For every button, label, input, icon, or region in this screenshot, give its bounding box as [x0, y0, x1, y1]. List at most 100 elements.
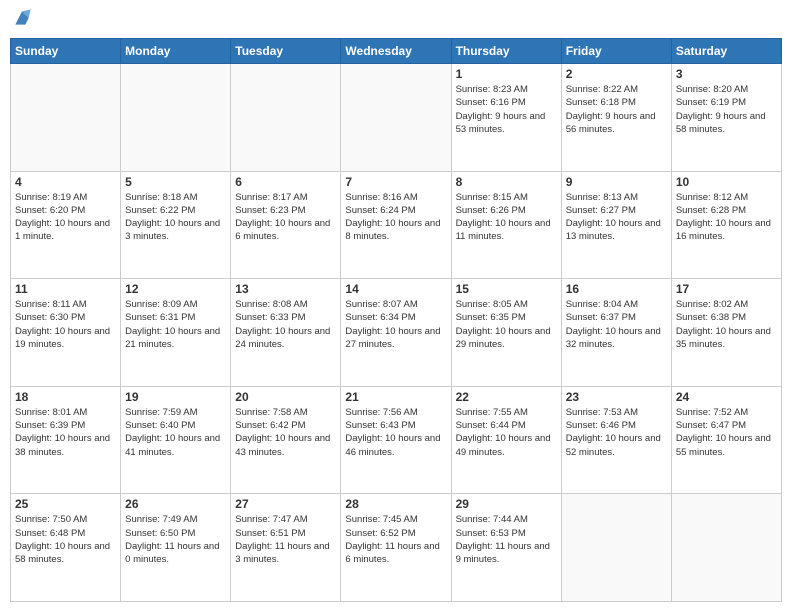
day-number: 27: [235, 497, 336, 511]
calendar-cell: 8 Sunrise: 8:15 AM Sunset: 6:26 PM Daylig…: [451, 171, 561, 279]
calendar-week-row: 4Sunrise: 8:19 AM Sunset: 6:20 PM Daylig…: [11, 171, 782, 279]
calendar-cell: 16 Sunrise: 8:04 AM Sunset: 6:37 PM Dayli…: [561, 279, 671, 387]
day-info: Sunrise: 8:22 AM Sunset: 6:18 PM Dayligh…: [566, 83, 667, 136]
day-number: 20: [235, 390, 336, 404]
calendar-cell: [561, 494, 671, 602]
day-number: 23: [566, 390, 667, 404]
calendar-week-row: 1 Sunrise: 8:23 AM Sunset: 6:16 PM Daylig…: [11, 64, 782, 172]
day-number: 28: [345, 497, 446, 511]
day-number: 14: [345, 282, 446, 296]
calendar-cell: 2 Sunrise: 8:22 AM Sunset: 6:18 PM Daylig…: [561, 64, 671, 172]
day-info: Sunrise: 7:53 AM Sunset: 6:46 PM Dayligh…: [566, 406, 667, 459]
day-info: Sunrise: 7:55 AM Sunset: 6:44 PM Dayligh…: [456, 406, 557, 459]
day-info: Sunrise: 8:07 AM Sunset: 6:34 PM Dayligh…: [345, 298, 446, 351]
calendar-cell: [11, 64, 121, 172]
calendar-cell: 7 Sunrise: 8:16 AM Sunset: 6:24 PM Daylig…: [341, 171, 451, 279]
calendar-cell: 15 Sunrise: 8:05 AM Sunset: 6:35 PM Dayli…: [451, 279, 561, 387]
day-info: Sunrise: 7:44 AM Sunset: 6:53 PM Dayligh…: [456, 513, 557, 566]
day-number: 9: [566, 175, 667, 189]
calendar-cell: 25Sunrise: 7:50 AM Sunset: 6:48 PM Dayli…: [11, 494, 121, 602]
day-number: 1: [456, 67, 557, 81]
calendar-cell: [231, 64, 341, 172]
day-number: 21: [345, 390, 446, 404]
day-info: Sunrise: 8:02 AM Sunset: 6:38 PM Dayligh…: [676, 298, 777, 351]
day-info: Sunrise: 8:12 AM Sunset: 6:28 PM Dayligh…: [676, 191, 777, 244]
day-number: 26: [125, 497, 226, 511]
day-number: 18: [15, 390, 116, 404]
day-number: 15: [456, 282, 557, 296]
day-info: Sunrise: 8:05 AM Sunset: 6:35 PM Dayligh…: [456, 298, 557, 351]
day-info: Sunrise: 8:13 AM Sunset: 6:27 PM Dayligh…: [566, 191, 667, 244]
calendar-cell: 12 Sunrise: 8:09 AM Sunset: 6:31 PM Dayli…: [121, 279, 231, 387]
calendar-cell: 3 Sunrise: 8:20 AM Sunset: 6:19 PM Daylig…: [671, 64, 781, 172]
logo-icon: [12, 8, 32, 28]
day-number: 13: [235, 282, 336, 296]
day-number: 7: [345, 175, 446, 189]
calendar-week-row: 18 Sunrise: 8:01 AM Sunset: 6:39 PM Dayli…: [11, 386, 782, 494]
calendar-cell: [341, 64, 451, 172]
calendar-cell: 21Sunrise: 7:56 AM Sunset: 6:43 PM Dayli…: [341, 386, 451, 494]
calendar: SundayMondayTuesdayWednesdayThursdayFrid…: [10, 38, 782, 602]
calendar-cell: 1 Sunrise: 8:23 AM Sunset: 6:16 PM Daylig…: [451, 64, 561, 172]
day-info: Sunrise: 7:49 AM Sunset: 6:50 PM Dayligh…: [125, 513, 226, 566]
day-info: Sunrise: 7:59 AM Sunset: 6:40 PM Dayligh…: [125, 406, 226, 459]
calendar-cell: 5 Sunrise: 8:18 AM Sunset: 6:22 PM Daylig…: [121, 171, 231, 279]
day-number: 11: [15, 282, 116, 296]
day-number: 12: [125, 282, 226, 296]
calendar-day-header: Saturday: [671, 39, 781, 64]
day-info: Sunrise: 7:50 AM Sunset: 6:48 PM Dayligh…: [15, 513, 116, 566]
day-number: 16: [566, 282, 667, 296]
calendar-cell: 9 Sunrise: 8:13 AM Sunset: 6:27 PM Daylig…: [561, 171, 671, 279]
day-number: 29: [456, 497, 557, 511]
day-number: 8: [456, 175, 557, 189]
day-number: 3: [676, 67, 777, 81]
calendar-day-header: Wednesday: [341, 39, 451, 64]
calendar-day-header: Friday: [561, 39, 671, 64]
calendar-header-row: SundayMondayTuesdayWednesdayThursdayFrid…: [11, 39, 782, 64]
day-number: 24: [676, 390, 777, 404]
calendar-cell: 10Sunrise: 8:12 AM Sunset: 6:28 PM Dayli…: [671, 171, 781, 279]
day-info: Sunrise: 7:58 AM Sunset: 6:42 PM Dayligh…: [235, 406, 336, 459]
calendar-cell: 19 Sunrise: 7:59 AM Sunset: 6:40 PM Dayli…: [121, 386, 231, 494]
day-info: Sunrise: 8:23 AM Sunset: 6:16 PM Dayligh…: [456, 83, 557, 136]
header: [10, 10, 782, 30]
calendar-day-header: Sunday: [11, 39, 121, 64]
day-info: Sunrise: 8:15 AM Sunset: 6:26 PM Dayligh…: [456, 191, 557, 244]
day-number: 17: [676, 282, 777, 296]
day-number: 5: [125, 175, 226, 189]
calendar-week-row: 11Sunrise: 8:11 AM Sunset: 6:30 PM Dayli…: [11, 279, 782, 387]
calendar-day-header: Thursday: [451, 39, 561, 64]
calendar-cell: 6Sunrise: 8:17 AM Sunset: 6:23 PM Daylig…: [231, 171, 341, 279]
day-info: Sunrise: 8:20 AM Sunset: 6:19 PM Dayligh…: [676, 83, 777, 136]
calendar-cell: 14 Sunrise: 8:07 AM Sunset: 6:34 PM Dayli…: [341, 279, 451, 387]
day-info: Sunrise: 8:16 AM Sunset: 6:24 PM Dayligh…: [345, 191, 446, 244]
calendar-cell: 13 Sunrise: 8:08 AM Sunset: 6:33 PM Dayli…: [231, 279, 341, 387]
calendar-day-header: Monday: [121, 39, 231, 64]
calendar-week-row: 25Sunrise: 7:50 AM Sunset: 6:48 PM Dayli…: [11, 494, 782, 602]
calendar-cell: 24 Sunrise: 7:52 AM Sunset: 6:47 PM Dayli…: [671, 386, 781, 494]
logo: [10, 10, 32, 30]
calendar-cell: 29 Sunrise: 7:44 AM Sunset: 6:53 PM Dayli…: [451, 494, 561, 602]
day-info: Sunrise: 8:01 AM Sunset: 6:39 PM Dayligh…: [15, 406, 116, 459]
day-info: Sunrise: 8:09 AM Sunset: 6:31 PM Dayligh…: [125, 298, 226, 351]
calendar-cell: 26 Sunrise: 7:49 AM Sunset: 6:50 PM Dayli…: [121, 494, 231, 602]
day-number: 19: [125, 390, 226, 404]
day-number: 2: [566, 67, 667, 81]
calendar-cell: 22 Sunrise: 7:55 AM Sunset: 6:44 PM Dayli…: [451, 386, 561, 494]
calendar-cell: 17 Sunrise: 8:02 AM Sunset: 6:38 PM Dayli…: [671, 279, 781, 387]
calendar-cell: 20 Sunrise: 7:58 AM Sunset: 6:42 PM Dayli…: [231, 386, 341, 494]
day-info: Sunrise: 8:19 AM Sunset: 6:20 PM Dayligh…: [15, 191, 116, 244]
calendar-cell: 27 Sunrise: 7:47 AM Sunset: 6:51 PM Dayli…: [231, 494, 341, 602]
day-info: Sunrise: 8:04 AM Sunset: 6:37 PM Dayligh…: [566, 298, 667, 351]
calendar-cell: 4Sunrise: 8:19 AM Sunset: 6:20 PM Daylig…: [11, 171, 121, 279]
calendar-cell: 18 Sunrise: 8:01 AM Sunset: 6:39 PM Dayli…: [11, 386, 121, 494]
calendar-cell: [121, 64, 231, 172]
day-info: Sunrise: 7:47 AM Sunset: 6:51 PM Dayligh…: [235, 513, 336, 566]
calendar-cell: 11Sunrise: 8:11 AM Sunset: 6:30 PM Dayli…: [11, 279, 121, 387]
day-number: 22: [456, 390, 557, 404]
day-info: Sunrise: 8:17 AM Sunset: 6:23 PM Dayligh…: [235, 191, 336, 244]
calendar-cell: 28Sunrise: 7:45 AM Sunset: 6:52 PM Dayli…: [341, 494, 451, 602]
day-info: Sunrise: 8:08 AM Sunset: 6:33 PM Dayligh…: [235, 298, 336, 351]
day-info: Sunrise: 7:52 AM Sunset: 6:47 PM Dayligh…: [676, 406, 777, 459]
day-info: Sunrise: 8:18 AM Sunset: 6:22 PM Dayligh…: [125, 191, 226, 244]
